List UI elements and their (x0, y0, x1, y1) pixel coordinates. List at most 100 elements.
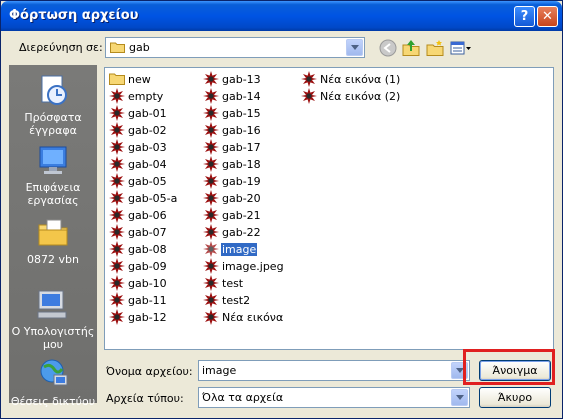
image-file-icon (203, 156, 219, 172)
look-in-label: Διερεύνηση σε: (19, 41, 103, 54)
network-places-icon (40, 359, 68, 386)
filetype-dropdown[interactable]: Όλα τα αρχεία (198, 387, 470, 408)
file-item[interactable]: gab-09 (109, 258, 168, 274)
file-item[interactable]: gab-10 (109, 275, 168, 291)
image-file-icon (109, 156, 125, 172)
title-bar[interactable]: Φόρτωση αρχείου ? ✕ (1, 1, 562, 31)
place-recent-documents[interactable]: Πρόσφατα έγγραφα (9, 73, 97, 137)
file-list[interactable]: new empty gab-01 gab-02 gab-03 gab-04 gab-05 ga… (104, 67, 554, 350)
file-name: image.jpeg (222, 259, 284, 273)
file-item[interactable]: gab-07 (109, 224, 168, 240)
file-item[interactable]: gab-12 (109, 309, 168, 325)
file-item[interactable]: gab-17 (203, 139, 262, 155)
file-name: empty (128, 89, 164, 103)
file-item[interactable]: gab-08 (109, 241, 168, 257)
file-item[interactable]: Νέα εικόνα (1) (301, 71, 401, 87)
file-item[interactable]: image.jpeg (203, 258, 285, 274)
up-folder-icon[interactable] (402, 39, 420, 57)
load-file-dialog: Φόρτωση αρχείου ? ✕ Διερεύνηση σε: gab Π… (0, 0, 563, 419)
image-file-icon (203, 241, 219, 257)
image-file-icon (109, 122, 125, 138)
folder-item[interactable]: new (109, 71, 152, 87)
image-file-icon (109, 275, 125, 291)
window-title: Φόρτωση αρχείου (9, 8, 139, 23)
image-file-icon (109, 258, 125, 274)
file-name: gab-08 (128, 242, 167, 256)
file-name: gab-02 (128, 123, 167, 137)
folder-icon (110, 42, 125, 53)
file-name: gab-11 (128, 293, 167, 307)
file-name: gab-13 (222, 72, 261, 86)
file-item[interactable]: Νέα εικόνα (2) (301, 88, 401, 104)
chevron-down-icon[interactable] (346, 39, 363, 56)
chevron-down-icon[interactable] (451, 389, 468, 406)
file-name: new (128, 72, 151, 86)
file-item[interactable]: gab-21 (203, 207, 262, 223)
open-button[interactable]: Άνοιγμα (479, 360, 551, 381)
file-name: test2 (222, 293, 251, 307)
file-item[interactable]: gab-18 (203, 156, 262, 172)
file-item[interactable]: test (203, 275, 244, 291)
place-label: Πρόσφατα έγγραφα (24, 111, 82, 137)
file-name: gab-15 (222, 106, 261, 120)
filename-input[interactable] (202, 362, 452, 379)
place-network[interactable]: Θέσεις δικτύου (9, 357, 97, 408)
place-my-documents[interactable]: 0872 vbn (9, 215, 97, 266)
filename-combo[interactable] (198, 360, 470, 381)
file-item[interactable]: gab-20 (203, 190, 262, 206)
file-item[interactable]: gab-06 (109, 207, 168, 223)
file-item[interactable]: gab-11 (109, 292, 168, 308)
recent-documents-icon (41, 75, 67, 105)
file-item[interactable]: gab-15 (203, 105, 262, 121)
file-item[interactable]: gab-01 (109, 105, 168, 121)
file-name: gab-07 (128, 225, 167, 239)
file-item[interactable]: image (203, 241, 258, 257)
file-item[interactable]: gab-05-a (109, 190, 178, 206)
file-name: gab-10 (128, 276, 167, 290)
file-name: gab-21 (222, 208, 261, 222)
image-file-icon (109, 173, 125, 189)
file-name: gab-09 (128, 259, 167, 273)
image-file-icon (203, 71, 219, 87)
back-icon[interactable] (379, 39, 397, 57)
file-item[interactable]: gab-19 (203, 173, 262, 189)
image-file-icon (203, 122, 219, 138)
file-item[interactable]: Νέα εικόνα (203, 309, 284, 325)
file-item[interactable]: empty (109, 88, 164, 104)
file-name: Νέα εικόνα (2) (320, 89, 401, 103)
place-desktop[interactable]: Επιφάνεια εργασίας (9, 143, 97, 207)
image-file-icon (109, 292, 125, 308)
look-in-dropdown[interactable]: gab (105, 37, 365, 58)
file-item[interactable]: gab-22 (203, 224, 262, 240)
new-folder-icon[interactable] (426, 39, 444, 57)
view-menu-icon[interactable] (450, 39, 472, 57)
image-file-icon (203, 275, 219, 291)
file-item[interactable]: gab-02 (109, 122, 168, 138)
cancel-button[interactable]: Άκυρο (479, 387, 551, 408)
look-in-value: gab (129, 41, 150, 54)
file-item[interactable]: gab-14 (203, 88, 262, 104)
close-button[interactable]: ✕ (537, 6, 558, 27)
filetype-value: Όλα τα αρχεία (202, 391, 284, 404)
image-file-icon (109, 309, 125, 325)
place-label: Επιφάνεια εργασίας (25, 181, 81, 207)
my-computer-icon (37, 290, 67, 319)
file-item[interactable]: gab-13 (203, 71, 262, 87)
image-file-icon (203, 105, 219, 121)
help-button[interactable]: ? (514, 6, 535, 27)
place-label: Θέσεις δικτύου (10, 395, 96, 408)
file-item[interactable]: gab-03 (109, 139, 168, 155)
file-item[interactable]: gab-05 (109, 173, 168, 189)
file-name: gab-22 (222, 225, 261, 239)
image-file-icon (109, 105, 125, 121)
file-item[interactable]: gab-16 (203, 122, 262, 138)
filetype-label: Αρχεία τύπου: (106, 392, 184, 405)
place-label: 0872 vbn (27, 253, 79, 266)
file-item[interactable]: gab-04 (109, 156, 168, 172)
file-name: gab-19 (222, 174, 261, 188)
file-item[interactable]: test2 (203, 292, 251, 308)
file-name: image (221, 242, 258, 256)
file-name: gab-12 (128, 310, 167, 324)
place-my-computer[interactable]: Ο Υπολογιστής μου (9, 287, 97, 351)
file-name: gab-17 (222, 140, 261, 154)
